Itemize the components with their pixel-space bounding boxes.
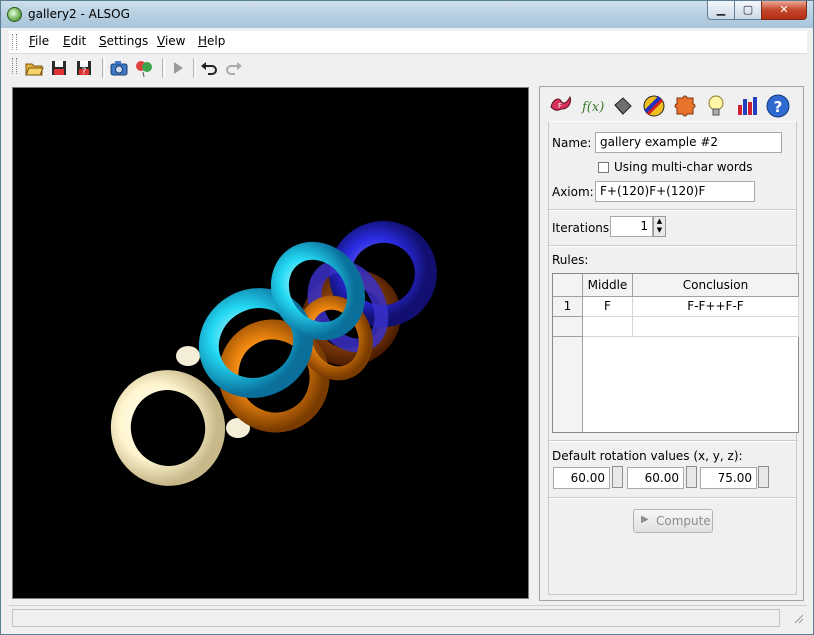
rule-conclusion-cell[interactable]: F-F++F-F (633, 297, 799, 317)
lsystem-tab-icon[interactable]: F (548, 93, 574, 119)
chart-bars-icon[interactable] (734, 93, 760, 119)
menu-file[interactable]: File (29, 34, 49, 48)
app-icon[interactable] (7, 7, 22, 22)
undo-icon[interactable] (199, 58, 219, 78)
panel-tabs: F f(x) ? (548, 93, 798, 119)
play-icon[interactable] (168, 58, 188, 78)
toolbar: ? (9, 55, 807, 80)
save-icon[interactable] (49, 58, 69, 78)
color-tab-icon[interactable] (641, 93, 667, 119)
menu-edit[interactable]: Edit (63, 34, 86, 48)
window-title: gallery2 - ALSOG (28, 7, 130, 21)
svg-text:?: ? (774, 98, 783, 116)
rules-table[interactable]: Middle Conclusion 1 F F-F++F-F (552, 273, 799, 433)
multichar-label: Using multi-char words (614, 160, 753, 174)
3d-viewport[interactable] (12, 87, 529, 599)
torus-shape (110, 370, 226, 486)
spin-up-icon[interactable]: ▲ (654, 217, 665, 226)
puzzle-tab-icon[interactable] (672, 93, 698, 119)
multichar-checkbox[interactable] (598, 162, 609, 173)
title-bar[interactable]: gallery2 - ALSOG ▁ ▢ ✕ (1, 1, 813, 28)
divider (549, 209, 796, 211)
maximize-button[interactable]: ▢ (734, 1, 762, 20)
status-bar (9, 605, 807, 630)
row-header-area (553, 337, 583, 432)
menu-view[interactable]: View (157, 34, 185, 48)
column-header-conclusion[interactable]: Conclusion (633, 274, 799, 297)
toolbar-separator (193, 58, 196, 78)
redo-icon[interactable] (224, 58, 244, 78)
torus-render (110, 220, 437, 486)
name-label: Name: (552, 136, 592, 150)
formula-tab-icon[interactable]: f(x) (579, 93, 605, 119)
row-number[interactable]: 1 (553, 297, 583, 317)
play-icon: ▶ (641, 514, 649, 525)
divider (549, 245, 796, 247)
app-window: gallery2 - ALSOG ▁ ▢ ✕ File Edit Setting… (0, 0, 814, 635)
rotation-y-field[interactable]: 60.00 (627, 467, 684, 489)
status-field (12, 609, 780, 627)
menu-help[interactable]: Help (198, 34, 225, 48)
balloons-icon[interactable] (134, 58, 154, 78)
resize-grip-icon[interactable] (792, 612, 804, 624)
table-corner (553, 274, 583, 297)
menu-grip (12, 34, 17, 50)
rule-middle-cell[interactable] (583, 317, 633, 337)
rotation-label: Default rotation values (x, y, z): (552, 449, 743, 463)
row-number[interactable] (553, 317, 583, 337)
rotation-z-slider[interactable] (758, 466, 769, 488)
close-button[interactable]: ✕ (761, 1, 807, 20)
shape-tab-icon[interactable] (610, 93, 636, 119)
rotation-x-field[interactable]: 60.00 (553, 467, 610, 489)
lsystem-pane: Name: gallery example #2 Using multi-cha… (548, 121, 799, 595)
name-field[interactable]: gallery example #2 (595, 132, 782, 153)
compute-label: Compute (656, 514, 711, 528)
properties-panel: F f(x) ? Name: gallery example #2 Using … (539, 86, 804, 601)
rules-label: Rules: (552, 253, 589, 267)
iterations-spinner[interactable]: ▲ ▼ (653, 216, 666, 237)
compute-button[interactable]: ▶ Compute (633, 509, 713, 533)
svg-text:f(x): f(x) (581, 100, 604, 115)
spin-down-icon[interactable]: ▼ (654, 226, 665, 235)
menu-settings[interactable]: Settings (99, 34, 148, 48)
axiom-field[interactable]: F+(120)F+(120)F (595, 181, 755, 202)
camera-icon[interactable] (109, 58, 129, 78)
light-bulb-icon[interactable] (703, 93, 729, 119)
svg-text:F: F (558, 102, 562, 110)
rule-conclusion-cell[interactable] (633, 317, 799, 337)
rotation-x-slider[interactable] (612, 466, 623, 488)
menu-bar: File Edit Settings View Help (9, 31, 807, 54)
divider (549, 497, 796, 499)
torus-shape (176, 346, 200, 366)
rotation-y-slider[interactable] (686, 466, 697, 488)
axiom-label: Axiom: (552, 185, 594, 199)
divider (549, 440, 796, 442)
column-header-middle[interactable]: Middle (583, 274, 633, 297)
minimize-button[interactable]: ▁ (707, 1, 735, 20)
toolbar-separator (162, 58, 165, 78)
toolbar-separator (102, 58, 105, 78)
svg-text:?: ? (82, 67, 87, 77)
rotation-z-field[interactable]: 75.00 (700, 467, 757, 489)
iterations-field[interactable]: 1 (610, 216, 653, 237)
save-as-icon[interactable]: ? (74, 58, 94, 78)
rule-middle-cell[interactable]: F (583, 297, 633, 317)
toolbar-grip (12, 58, 17, 74)
open-folder-icon[interactable] (24, 58, 44, 78)
help-circle-icon[interactable]: ? (765, 93, 791, 119)
iterations-label: Iterations: (552, 221, 614, 235)
